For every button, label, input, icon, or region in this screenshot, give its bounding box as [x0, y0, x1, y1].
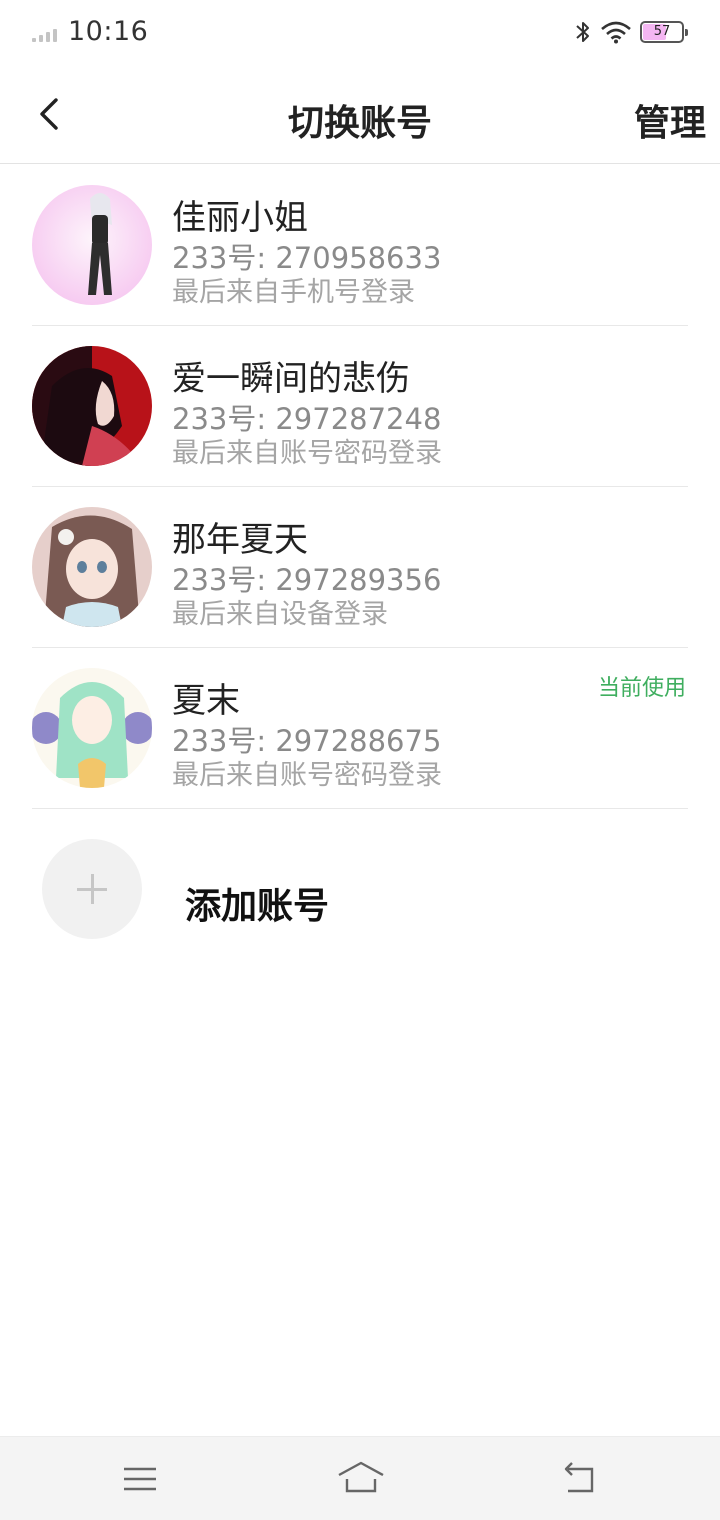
- avatar: [32, 507, 152, 627]
- login-source: 最后来自账号密码登录: [172, 760, 442, 791]
- account-name: 爱一瞬间的悲伤: [172, 359, 410, 399]
- add-account-label: 添加账号: [185, 886, 330, 927]
- account-item[interactable]: 爱一瞬间的悲伤 233号: 297287248 最后来自账号密码登录: [0, 326, 720, 487]
- avatar: [32, 668, 152, 788]
- battery-icon: 57: [640, 21, 688, 43]
- current-account-badge: 当前使用: [597, 676, 686, 701]
- account-name: 佳丽小姐: [172, 198, 308, 238]
- account-name: 夏末: [172, 681, 240, 721]
- status-time: 10:16: [68, 16, 149, 47]
- login-source: 最后来自账号密码登录: [172, 438, 442, 469]
- back-icon[interactable]: [558, 1457, 602, 1501]
- plus-icon: [42, 839, 142, 939]
- account-item[interactable]: 夏末 233号: 297288675 最后来自账号密码登录 当前使用: [0, 648, 720, 809]
- divider: [32, 808, 688, 809]
- account-list: 佳丽小姐 233号: 270958633 最后来自手机号登录 爱一瞬间的悲伤 2…: [0, 165, 720, 809]
- system-nav-bar: [0, 1436, 720, 1520]
- page-title: 切换账号: [287, 103, 432, 144]
- manage-button[interactable]: 管理: [634, 94, 706, 146]
- home-icon[interactable]: [336, 1457, 386, 1501]
- account-name: 那年夏天: [172, 520, 308, 560]
- login-source: 最后来自设备登录: [172, 599, 388, 630]
- wifi-icon: [601, 21, 631, 44]
- avatar: [32, 346, 152, 466]
- bluetooth-icon: [576, 22, 589, 42]
- avatar: [32, 185, 152, 305]
- battery-level: 57: [653, 24, 671, 39]
- login-source: 最后来自手机号登录: [172, 277, 415, 308]
- account-item[interactable]: 那年夏天 233号: 297289356 最后来自设备登录: [0, 487, 720, 648]
- signal-icon: [32, 26, 62, 42]
- add-account-button[interactable]: 添加账号: [0, 820, 720, 960]
- status-bar: 10:16 57: [0, 0, 720, 68]
- account-item[interactable]: 佳丽小姐 233号: 270958633 最后来自手机号登录: [0, 165, 720, 326]
- menu-icon[interactable]: [118, 1457, 162, 1501]
- nav-bar: 切换账号 管理: [0, 68, 720, 164]
